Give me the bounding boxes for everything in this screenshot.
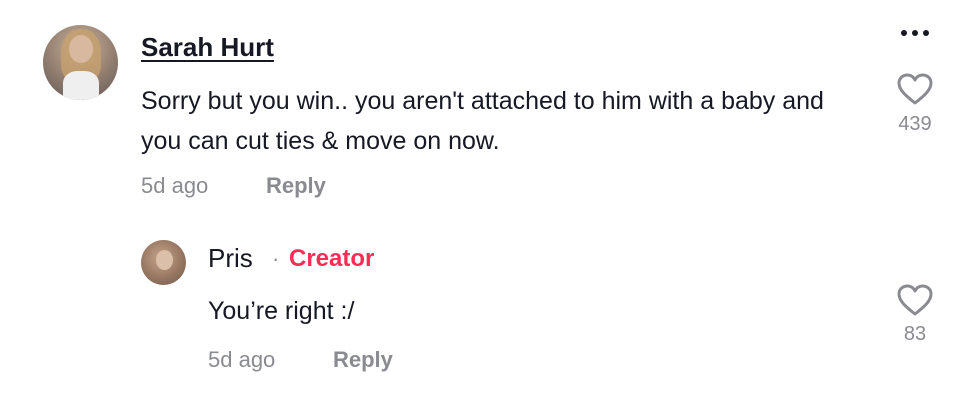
comment-like-count: 439 (898, 113, 932, 135)
heart-outline-icon (897, 284, 933, 316)
reply-reply-button[interactable]: Reply (333, 347, 393, 373)
reply-text: You’re right :/ (208, 297, 355, 325)
avatar-face-shape (156, 250, 173, 270)
avatar-shirt-shape (63, 71, 99, 100)
reply-avatar[interactable] (141, 240, 186, 285)
avatar-face-shape (69, 35, 93, 63)
more-dot (901, 30, 907, 36)
more-options-icon[interactable] (893, 22, 937, 44)
commenter-username[interactable]: Sarah Hurt (141, 32, 274, 63)
creator-badge: Creator (289, 245, 375, 272)
commenter-avatar[interactable] (43, 25, 118, 100)
more-dot (923, 30, 929, 36)
comment-text: Sorry but you win.. you aren't attached … (141, 87, 824, 155)
comment-reply-button[interactable]: Reply (266, 173, 326, 199)
comment-like-button[interactable] (896, 72, 934, 106)
comment-timestamp: 5d ago (141, 173, 209, 198)
reply-timestamp: 5d ago (208, 347, 276, 372)
reply-like-button[interactable] (896, 283, 934, 317)
heart-outline-icon (897, 73, 933, 105)
creator-separator: · (272, 246, 280, 271)
reply-like-count: 83 (903, 323, 927, 345)
more-dot (912, 30, 918, 36)
reply-username[interactable]: Pris (208, 243, 253, 274)
